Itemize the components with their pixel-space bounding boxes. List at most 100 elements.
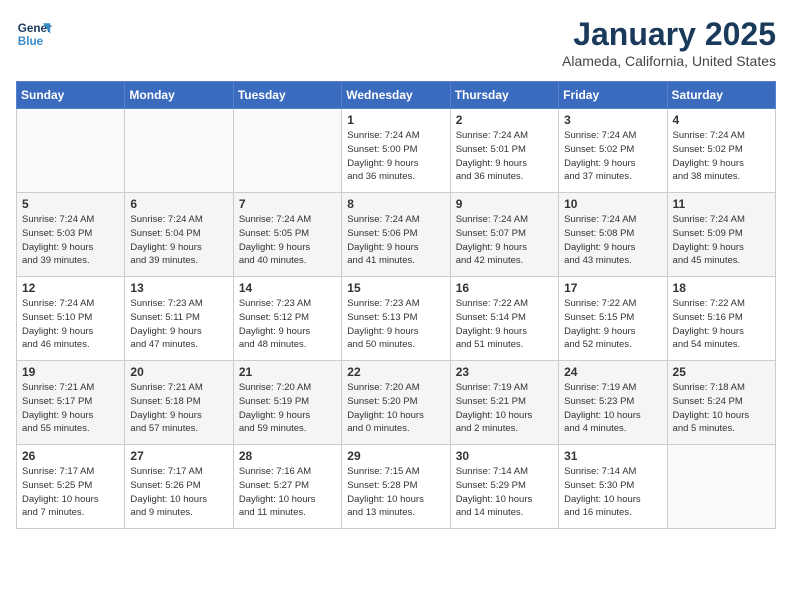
day-info: Sunrise: 7:20 AM Sunset: 5:20 PM Dayligh… [347,381,444,436]
day-number: 20 [130,365,227,379]
calendar-week-row: 26 Sunrise: 7:17 AM Sunset: 5:25 PM Dayli… [17,445,776,529]
day-info: Sunrise: 7:24 AM Sunset: 5:00 PM Dayligh… [347,129,444,184]
weekday-header-cell: Thursday [450,82,558,109]
weekday-header-cell: Saturday [667,82,775,109]
day-number: 7 [239,197,336,211]
day-info: Sunrise: 7:21 AM Sunset: 5:17 PM Dayligh… [22,381,119,436]
calendar-day-cell: 13 Sunrise: 7:23 AM Sunset: 5:11 PM Dayli… [125,277,233,361]
calendar-day-cell: 18Sunrise: 7:22 AM Sunset: 5:16 PM Dayli… [667,277,775,361]
day-number: 28 [239,449,336,463]
day-info: Sunrise: 7:23 AM Sunset: 5:11 PM Dayligh… [130,297,227,352]
calendar-day-cell: 25 Sunrise: 7:18 AM Sunset: 5:24 PM Dayli… [667,361,775,445]
day-number: 10 [564,197,661,211]
day-info: Sunrise: 7:24 AM Sunset: 5:02 PM Dayligh… [564,129,661,184]
calendar-day-cell [667,445,775,529]
calendar-day-cell: 12Sunrise: 7:24 AM Sunset: 5:10 PM Dayli… [17,277,125,361]
calendar-day-cell: 31Sunrise: 7:14 AM Sunset: 5:30 PM Dayli… [559,445,667,529]
day-number: 9 [456,197,553,211]
day-info: Sunrise: 7:23 AM Sunset: 5:13 PM Dayligh… [347,297,444,352]
weekday-header-row: SundayMondayTuesdayWednesdayThursdayFrid… [17,82,776,109]
calendar-day-cell: 11Sunrise: 7:24 AM Sunset: 5:09 PM Dayli… [667,193,775,277]
calendar-week-row: 12Sunrise: 7:24 AM Sunset: 5:10 PM Dayli… [17,277,776,361]
calendar-week-row: 1 Sunrise: 7:24 AM Sunset: 5:00 PM Daylig… [17,109,776,193]
day-number: 5 [22,197,119,211]
calendar-week-row: 19Sunrise: 7:21 AM Sunset: 5:17 PM Dayli… [17,361,776,445]
logo-icon: General Blue [16,16,52,52]
day-number: 13 [130,281,227,295]
calendar-body: 1 Sunrise: 7:24 AM Sunset: 5:00 PM Daylig… [17,109,776,529]
day-info: Sunrise: 7:24 AM Sunset: 5:08 PM Dayligh… [564,213,661,268]
calendar-day-cell: 24 Sunrise: 7:19 AM Sunset: 5:23 PM Dayli… [559,361,667,445]
calendar-day-cell: 28 Sunrise: 7:16 AM Sunset: 5:27 PM Dayli… [233,445,341,529]
day-info: Sunrise: 7:14 AM Sunset: 5:29 PM Dayligh… [456,465,553,520]
calendar-day-cell: 17 Sunrise: 7:22 AM Sunset: 5:15 PM Dayli… [559,277,667,361]
calendar-day-cell: 16 Sunrise: 7:22 AM Sunset: 5:14 PM Dayli… [450,277,558,361]
calendar-day-cell: 26 Sunrise: 7:17 AM Sunset: 5:25 PM Dayli… [17,445,125,529]
weekday-header-cell: Wednesday [342,82,450,109]
day-number: 23 [456,365,553,379]
day-number: 15 [347,281,444,295]
calendar-day-cell: 23Sunrise: 7:19 AM Sunset: 5:21 PM Dayli… [450,361,558,445]
day-number: 12 [22,281,119,295]
day-info: Sunrise: 7:23 AM Sunset: 5:12 PM Dayligh… [239,297,336,352]
calendar-day-cell: 9 Sunrise: 7:24 AM Sunset: 5:07 PM Daylig… [450,193,558,277]
day-info: Sunrise: 7:24 AM Sunset: 5:09 PM Dayligh… [673,213,770,268]
day-number: 27 [130,449,227,463]
day-info: Sunrise: 7:24 AM Sunset: 5:02 PM Dayligh… [673,129,770,184]
day-number: 26 [22,449,119,463]
calendar-day-cell: 7 Sunrise: 7:24 AM Sunset: 5:05 PM Daylig… [233,193,341,277]
month-title: January 2025 [562,16,776,53]
title-block: January 2025 Alameda, California, United… [562,16,776,69]
day-info: Sunrise: 7:18 AM Sunset: 5:24 PM Dayligh… [673,381,770,436]
day-number: 2 [456,113,553,127]
day-number: 3 [564,113,661,127]
day-number: 8 [347,197,444,211]
calendar-day-cell: 6Sunrise: 7:24 AM Sunset: 5:04 PM Daylig… [125,193,233,277]
calendar-day-cell: 10 Sunrise: 7:24 AM Sunset: 5:08 PM Dayli… [559,193,667,277]
day-info: Sunrise: 7:17 AM Sunset: 5:26 PM Dayligh… [130,465,227,520]
day-info: Sunrise: 7:20 AM Sunset: 5:19 PM Dayligh… [239,381,336,436]
day-info: Sunrise: 7:16 AM Sunset: 5:27 PM Dayligh… [239,465,336,520]
day-info: Sunrise: 7:15 AM Sunset: 5:28 PM Dayligh… [347,465,444,520]
calendar-day-cell [125,109,233,193]
calendar-day-cell: 29 Sunrise: 7:15 AM Sunset: 5:28 PM Dayli… [342,445,450,529]
day-info: Sunrise: 7:24 AM Sunset: 5:04 PM Dayligh… [130,213,227,268]
day-info: Sunrise: 7:22 AM Sunset: 5:15 PM Dayligh… [564,297,661,352]
day-info: Sunrise: 7:24 AM Sunset: 5:01 PM Dayligh… [456,129,553,184]
weekday-header-cell: Tuesday [233,82,341,109]
calendar-day-cell: 27 Sunrise: 7:17 AM Sunset: 5:26 PM Dayli… [125,445,233,529]
day-info: Sunrise: 7:24 AM Sunset: 5:06 PM Dayligh… [347,213,444,268]
calendar-day-cell: 5 Sunrise: 7:24 AM Sunset: 5:03 PM Daylig… [17,193,125,277]
day-number: 31 [564,449,661,463]
day-info: Sunrise: 7:22 AM Sunset: 5:14 PM Dayligh… [456,297,553,352]
weekday-header-cell: Friday [559,82,667,109]
day-info: Sunrise: 7:24 AM Sunset: 5:05 PM Dayligh… [239,213,336,268]
weekday-header-cell: Sunday [17,82,125,109]
calendar-week-row: 5 Sunrise: 7:24 AM Sunset: 5:03 PM Daylig… [17,193,776,277]
day-info: Sunrise: 7:24 AM Sunset: 5:07 PM Dayligh… [456,213,553,268]
day-info: Sunrise: 7:22 AM Sunset: 5:16 PM Dayligh… [673,297,770,352]
day-info: Sunrise: 7:21 AM Sunset: 5:18 PM Dayligh… [130,381,227,436]
calendar-day-cell: 20 Sunrise: 7:21 AM Sunset: 5:18 PM Dayli… [125,361,233,445]
calendar-day-cell [17,109,125,193]
calendar-day-cell: 30Sunrise: 7:14 AM Sunset: 5:29 PM Dayli… [450,445,558,529]
day-info: Sunrise: 7:24 AM Sunset: 5:03 PM Dayligh… [22,213,119,268]
day-number: 4 [673,113,770,127]
calendar-day-cell: 8 Sunrise: 7:24 AM Sunset: 5:06 PM Daylig… [342,193,450,277]
day-info: Sunrise: 7:17 AM Sunset: 5:25 PM Dayligh… [22,465,119,520]
calendar-day-cell: 19Sunrise: 7:21 AM Sunset: 5:17 PM Dayli… [17,361,125,445]
day-number: 25 [673,365,770,379]
day-number: 1 [347,113,444,127]
calendar-day-cell: 22Sunrise: 7:20 AM Sunset: 5:20 PM Dayli… [342,361,450,445]
calendar-day-cell [233,109,341,193]
day-number: 29 [347,449,444,463]
day-number: 16 [456,281,553,295]
logo: General Blue General Blue [16,16,52,52]
calendar-day-cell: 3 Sunrise: 7:24 AM Sunset: 5:02 PM Daylig… [559,109,667,193]
day-number: 17 [564,281,661,295]
svg-text:Blue: Blue [18,35,44,48]
location: Alameda, California, United States [562,53,776,69]
weekday-header-cell: Monday [125,82,233,109]
day-info: Sunrise: 7:19 AM Sunset: 5:23 PM Dayligh… [564,381,661,436]
day-number: 24 [564,365,661,379]
